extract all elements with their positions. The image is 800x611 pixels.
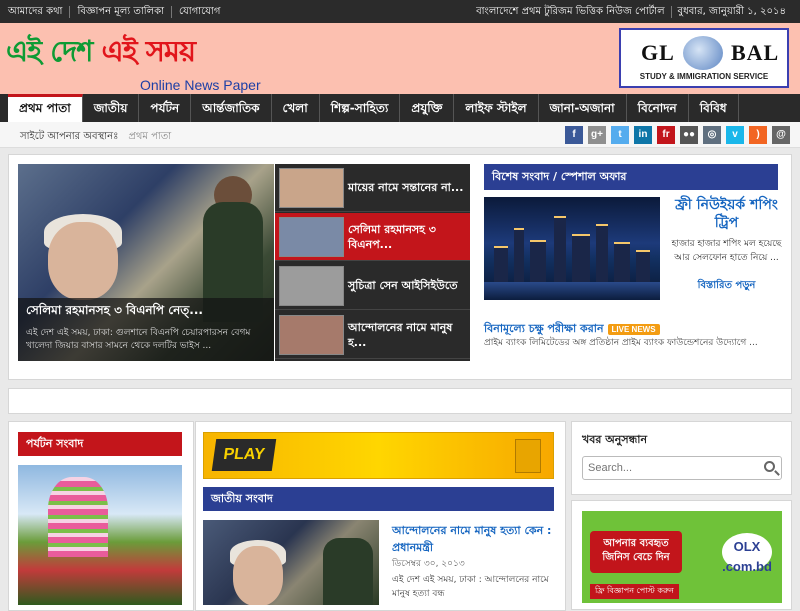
nav-item-national[interactable]: জাতীয় [83,94,140,122]
slider-thumbnails: মায়ের নামে সন্তানের না... সেলিমা রহমানসহ… [275,164,470,361]
facebook-icon[interactable]: f [565,126,583,144]
slider-thumb-image [279,314,344,355]
site-header: এই দেশ এই সময় Online News Paper GL BAL … [0,23,800,94]
social-icons: f g+ t in fr ●● ◎ v) @ [565,126,790,144]
email-icon[interactable]: @ [772,126,790,144]
ad-text-right: BAL [731,40,780,65]
ad-subtitle: STUDY & IMMIGRATION SERVICE [639,72,769,81]
linkedin-icon[interactable]: in [634,126,652,144]
friendfeed-icon[interactable]: fr [657,126,675,144]
olx-ad-banner[interactable]: আপনার ব্যবহৃত জিনিস বেচে দিন OLX .com.bd… [582,511,782,603]
slider-thumb-image [279,167,344,208]
offer-description: হাজার হাজার শপিং মল হয়েছে আর সেলফোন হাত… [671,239,782,263]
twitter-icon[interactable]: t [611,126,629,144]
nav-item-known-unknown[interactable]: জানা-অজানা [539,94,627,122]
national-news-title[interactable]: আন্দোলনের নামে মানুষ হত্যা কেন : প্রধানম… [392,522,557,556]
slider-thumb-title: সেলিমা রহমানসহ ৩ বিএনপ... [348,222,436,251]
slider-thumb-image [279,216,344,257]
vimeo-icon[interactable]: v [726,126,744,144]
banglalink-logo-icon [515,439,541,473]
slider-thumb-title: মায়ের নামে সন্তানের না... [348,181,464,194]
live-news-badge: LIVE NEWS [607,324,660,335]
search-input[interactable] [583,457,753,479]
top-info: বাংলাদেশে প্রথম টুরিজম ভিত্তিক নিউজ পোর্… [470,0,792,23]
nav-item-home[interactable]: প্রথম পাতা [8,94,83,122]
site-tagline: বাংলাদেশে প্রথম টুরিজম ভিত্তিক নিউজ পোর্… [476,5,665,17]
breadcrumb-bar: সাইটে আপনার অবস্থানঃ প্রথম পাতা f g+ t in fr ●… [0,122,800,148]
search-box [582,456,782,480]
olx-ad-bubble: আপনার ব্যবহৃত জিনিস বেচে দিন [590,531,682,573]
slider-thumb[interactable]: মায়ের নামে সন্তানের না... [275,164,470,212]
slider-thumb-title: আন্দোলনের নামে মানুষ হ... [348,320,453,349]
top-link-about[interactable]: আমাদের কথা [8,5,71,18]
search-icon[interactable] [764,461,775,472]
nav-item-tourism[interactable]: পর্যটন [139,94,192,122]
nav-item-international[interactable]: আর্ন্তজাতিক [191,94,272,122]
rss-icon[interactable]: ) [749,126,767,144]
tourism-photo[interactable] [18,465,182,605]
slider-thumb-image [279,265,344,306]
logo-subtitle: Online News Paper [140,77,261,93]
nav-item-arts[interactable]: শিল্প-সাহিত্য [320,94,401,122]
top-link-ad-rates[interactable]: বিজ্ঞাপন মূল্য তালিকা [70,5,172,18]
nav-item-misc[interactable]: বিবিধ [689,94,739,122]
breadcrumb-current[interactable]: প্রথম পাতা [128,131,171,142]
newyork-city-image[interactable] [484,197,660,300]
nav-item-lifestyle[interactable]: লাইফ স্টাইল [454,94,539,122]
logo-part-red: এই সময় [101,34,197,68]
current-date: বুধবার, জানুয়ারী ১, ২০১৪ [670,5,792,18]
nav-item-sports[interactable]: খেলা [272,94,320,122]
global-ad-banner[interactable]: GL BAL STUDY & IMMIGRATION SERVICE [619,28,789,88]
flickr-icon[interactable]: ●● [680,126,698,144]
site-logo[interactable]: এই দেশ এই সময় [6,34,197,68]
play-logo: PLAY [211,439,277,471]
breadcrumb: সাইটে আপনার অবস্থানঃ প্রথম পাতা [20,129,171,146]
delicious-icon[interactable]: ◎ [703,126,721,144]
tourism-news-heading[interactable]: পর্যটন সংবাদ [18,432,182,456]
special-news-heading: বিশেষ সংবাদ / স্পেশাল অফার [484,164,778,190]
globe-icon [683,36,723,70]
logo-part-green: এই দেশ [6,34,102,68]
slider-thumb[interactable]: সেলিমা রহমানসহ ৩ বিএনপ... [275,213,470,261]
olx-logo: OLX .com.bd [722,533,772,574]
national-news-desc: এই দেশ এই সময়, ঢাকা : আন্দোলনের নামে মা… [392,575,549,599]
slider-thumb[interactable]: সুচিত্রা সেন আইসিইউতে [275,262,470,310]
national-news-photo[interactable] [203,520,379,605]
top-link-contact[interactable]: যোগাযোগ [172,6,227,18]
nav-item-entertainment[interactable]: বিনোদন [627,94,689,122]
offer-title[interactable]: ফ্রী নিউইয়র্ক শপিং ট্রিপ [669,196,784,232]
play-ad-banner[interactable]: PLAY [203,432,554,479]
empty-banner-bar [8,388,792,414]
slider-thumb-title: সুচিত্রা সেন আইসিইউতে [348,279,458,292]
slider-main[interactable]: সেলিমা রহমানসহ ৩ বিএনপি নেত্... এই দেশ এ… [18,164,274,361]
national-news-date: ডিসেম্বর ৩০, ২০১৩ [392,559,465,569]
main-nav: প্রথম পাতা জাতীয় পর্যটন আর্ন্তজাতিক খেল… [0,94,800,122]
eye-test-description: প্রাইম ব্যাংক লিমিটেডের অঙ্গ প্রতিষ্ঠান … [484,338,758,348]
slider-headline[interactable]: সেলিমা রহমানসহ ৩ বিএনপি নেত্... [26,302,266,322]
ad-text-left: GL [641,40,675,65]
top-bar: আমাদের কথা বিজ্ঞাপন মূল্য তালিকা যোগাযোগ… [0,0,800,23]
slider-thumb[interactable]: আন্দোলনের নামে মানুষ হ... [275,311,470,359]
googleplus-icon[interactable]: g+ [588,126,606,144]
slider-description: এই দেশ এই সময়, ঢাকা: গুলশানে বিএনপি চেয… [26,328,251,351]
national-news-heading[interactable]: জাতীয় সংবাদ [203,487,554,511]
nav-item-technology[interactable]: প্রযুক্তি [400,94,455,122]
olx-ad-footer: ফ্রি বিজ্ঞাপন পোস্ট করুন [590,584,679,599]
breadcrumb-label: সাইটে আপনার অবস্থানঃ [20,131,119,142]
slider-caption: সেলিমা রহমানসহ ৩ বিএনপি নেত্... এই দেশ এ… [18,298,274,361]
top-links: আমাদের কথা বিজ্ঞাপন মূল্য তালিকা যোগাযোগ [8,0,227,23]
offer-read-more-link[interactable]: বিস্তারিত পড়ুন [669,278,784,295]
search-heading: খবর অনুসন্ধান [582,433,648,446]
